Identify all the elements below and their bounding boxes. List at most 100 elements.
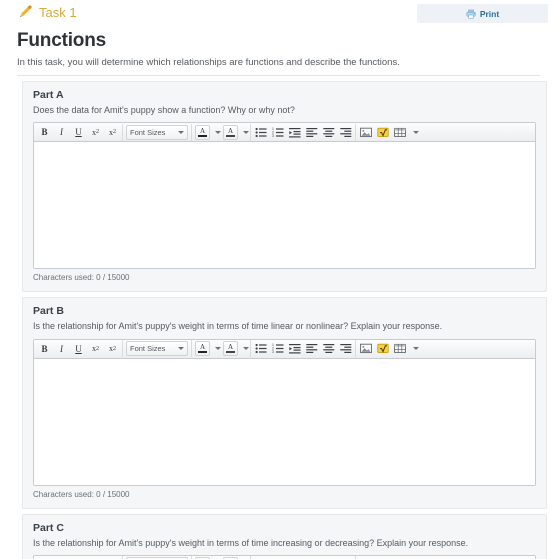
page-header: Task 1 Print (0, 0, 557, 26)
italic-button[interactable]: I (53, 341, 70, 357)
numbered-list-icon[interactable]: 1 2 3 (269, 341, 286, 357)
toolbar-group-font-size: Font Sizes (123, 123, 192, 141)
editor-toolbar: B I U x2 x2 Font Sizes A (34, 339, 535, 359)
text-color-button[interactable]: A (195, 124, 210, 140)
equation-icon[interactable] (374, 341, 391, 357)
text-color-glyph: A (199, 343, 206, 352)
font-sizes-select[interactable]: Font Sizes (126, 124, 188, 140)
toolbar-group-insert (356, 340, 420, 357)
part-prompt: Is the relationship for Amit's puppy's w… (33, 321, 443, 332)
toolbar-group-text-style: B I U x2 x2 (35, 340, 123, 358)
background-color-button[interactable]: A (223, 124, 238, 140)
toolbar-group-lists-align: 1 2 3 (251, 123, 356, 141)
text-color-swatch (198, 351, 207, 354)
character-counter: Characters used: 0 / 15000 (33, 489, 130, 499)
table-icon[interactable] (391, 124, 408, 140)
bold-button[interactable]: B (36, 124, 53, 140)
superscript-button[interactable]: x2 (87, 341, 104, 357)
print-button-label: Print (479, 8, 500, 19)
align-right-icon[interactable] (337, 124, 354, 140)
text-color-glyph: A (199, 126, 206, 135)
underline-button[interactable]: U (70, 124, 87, 140)
task-page: Task 1 Print Functions In this task, you… (0, 0, 557, 559)
text-color-button[interactable]: A (195, 341, 210, 357)
header-divider (17, 75, 540, 77)
bold-button[interactable]: B (36, 341, 53, 357)
part-card-part-c: Part C Is the relationship for Amit's pu… (22, 513, 547, 559)
table-icon[interactable] (391, 341, 408, 357)
toolbar-group-colors: A A (192, 340, 251, 358)
underline-button[interactable]: U (70, 341, 87, 357)
task-breadcrumb: Task 1 (17, 4, 77, 20)
text-color-dropdown[interactable] (210, 125, 221, 140)
page-title: Functions (17, 30, 106, 51)
editor-toolbar: B I U x2 x2 Font Sizes A (34, 123, 535, 143)
printer-icon (466, 9, 476, 19)
toolbar-group-colors: A A (192, 123, 251, 141)
italic-button[interactable]: I (53, 124, 70, 140)
part-title: Part C (33, 521, 64, 534)
chevron-down-icon (214, 347, 221, 351)
equation-icon[interactable] (374, 124, 391, 140)
align-left-icon[interactable] (303, 124, 320, 140)
chevron-down-icon (178, 130, 184, 134)
background-color-glyph: A (227, 126, 234, 135)
numbered-list-icon[interactable]: 1 2 3 (269, 124, 286, 140)
part-prompt: Does the data for Amit's puppy show a fu… (33, 105, 295, 116)
editor-content-area[interactable] (34, 358, 535, 485)
indent-icon[interactable] (286, 341, 303, 357)
toolbar-group-lists-align: 1 2 3 (251, 340, 356, 358)
align-right-icon[interactable] (337, 341, 354, 357)
print-button[interactable]: Print (417, 4, 548, 23)
part-title: Part B (33, 305, 64, 318)
superscript-button[interactable]: x2 (87, 124, 104, 140)
character-counter: Characters used: 0 / 15000 (33, 273, 130, 283)
rich-text-editor: B I U x2 x2 Font Sizes A (33, 338, 536, 486)
bulleted-list-icon[interactable] (252, 124, 269, 140)
chevron-down-icon (214, 130, 221, 134)
align-center-icon[interactable] (320, 124, 337, 140)
image-icon[interactable] (357, 341, 374, 357)
part-card-part-a: Part A Does the data for Amit's puppy sh… (22, 81, 547, 293)
toolbar-group-font-size: Font Sizes (123, 340, 192, 358)
align-left-icon[interactable] (303, 341, 320, 357)
font-sizes-select[interactable]: Font Sizes (126, 341, 188, 357)
toolbar-group-insert (356, 124, 420, 141)
font-sizes-label: Font Sizes (130, 127, 166, 137)
background-color-button[interactable]: A (223, 341, 238, 357)
subscript-button[interactable]: x2 (104, 124, 121, 140)
task-label-text: Task 1 (39, 4, 77, 20)
font-sizes-label: Font Sizes (130, 344, 166, 354)
background-color-glyph: A (227, 343, 234, 352)
part-card-part-b: Part B Is the relationship for Amit's pu… (22, 297, 547, 509)
chevron-down-icon (412, 347, 419, 351)
chevron-down-icon (412, 130, 419, 134)
subscript-button[interactable]: x2 (104, 341, 121, 357)
rich-text-editor: B I U x2 x2 Font Sizes A (33, 122, 536, 270)
table-dropdown[interactable] (408, 341, 419, 356)
editor-content-area[interactable] (34, 142, 535, 269)
align-center-icon[interactable] (320, 341, 337, 357)
indent-icon[interactable] (286, 124, 303, 140)
background-color-dropdown[interactable] (238, 125, 249, 140)
rich-text-editor: B I U x2 x2 Font Sizes A (33, 554, 536, 559)
title-block: Functions In this task, you will determi… (0, 26, 557, 69)
parts-container: Part A Does the data for Amit's puppy sh… (0, 81, 557, 559)
text-color-swatch (198, 134, 207, 137)
part-prompt: Is the relationship for Amit's puppy's w… (33, 537, 469, 548)
image-icon[interactable] (357, 124, 374, 140)
background-color-swatch (226, 134, 235, 137)
text-color-dropdown[interactable] (210, 341, 221, 356)
svg-text:3: 3 (272, 350, 274, 354)
svg-text:3: 3 (272, 134, 274, 138)
background-color-swatch (226, 351, 235, 354)
pencil-icon (17, 4, 33, 20)
chevron-down-icon (242, 130, 249, 134)
table-dropdown[interactable] (408, 125, 419, 140)
bulleted-list-icon[interactable] (252, 341, 269, 357)
chevron-down-icon (242, 347, 249, 351)
background-color-dropdown[interactable] (238, 341, 249, 356)
part-title: Part A (33, 89, 64, 102)
toolbar-group-text-style: B I U x2 x2 (35, 123, 123, 141)
page-intro: In this task, you will determine which r… (17, 57, 400, 68)
